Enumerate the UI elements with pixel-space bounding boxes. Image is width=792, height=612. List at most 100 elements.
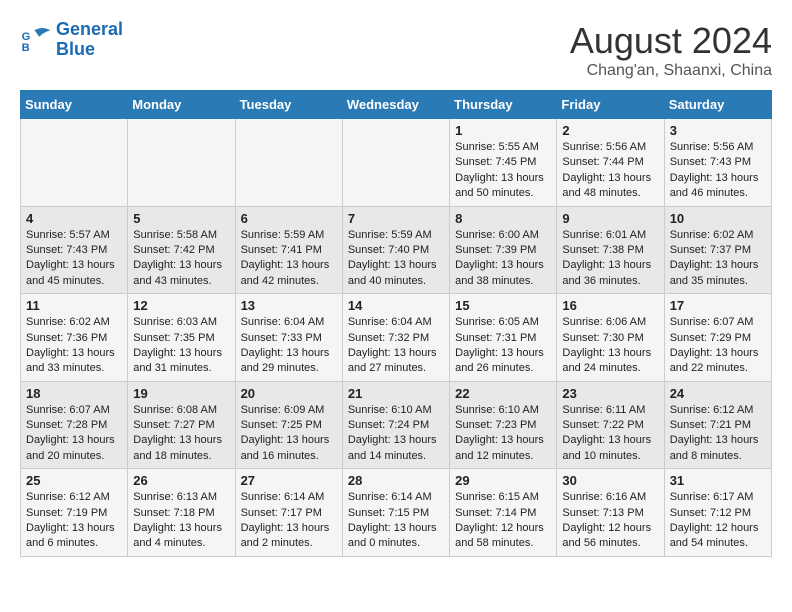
calendar-cell: 11 Sunrise: 6:02 AM Sunset: 7:36 PM Dayli… [21, 294, 128, 382]
day-number: 17 [670, 298, 766, 313]
calendar-cell: 13 Sunrise: 6:04 AM Sunset: 7:33 PM Dayli… [235, 294, 342, 382]
day-info: Sunrise: 6:06 AM Sunset: 7:30 PM Dayligh… [562, 315, 658, 377]
calendar-cell [128, 119, 235, 207]
day-number: 8 [455, 211, 551, 226]
calendar-table: SundayMondayTuesdayWednesdayThursdayFrid… [20, 90, 772, 557]
calendar-cell: 23Sunrise: 6:11 AM Sunset: 7:22 PM Dayli… [557, 381, 664, 469]
calendar-cell: 17 Sunrise: 6:07 AM Sunset: 7:29 PM Dayli… [664, 294, 771, 382]
header-sunday: Sunday [21, 91, 128, 119]
calendar-week-row: 1 Sunrise: 5:55 AM Sunset: 7:45 PM Daylig… [21, 119, 772, 207]
title-block: August 2024 Chang'an, Shaanxi, China [570, 20, 772, 80]
calendar-week-row: 11 Sunrise: 6:02 AM Sunset: 7:36 PM Dayli… [21, 294, 772, 382]
header-wednesday: Wednesday [342, 91, 449, 119]
day-number: 9 [562, 211, 658, 226]
day-number: 11 [26, 298, 122, 313]
day-info: Sunrise: 6:02 AM Sunset: 7:36 PM Dayligh… [26, 315, 122, 377]
day-number: 2 [562, 123, 658, 138]
calendar-cell [21, 119, 128, 207]
calendar-cell: 7Sunrise: 5:59 AM Sunset: 7:40 PM Daylig… [342, 206, 449, 294]
calendar-cell: 18Sunrise: 6:07 AM Sunset: 7:28 PM Dayli… [21, 381, 128, 469]
calendar-cell: 26Sunrise: 6:13 AM Sunset: 7:18 PM Dayli… [128, 469, 235, 557]
calendar-cell: 14 Sunrise: 6:04 AM Sunset: 7:32 PM Dayli… [342, 294, 449, 382]
day-number: 10 [670, 211, 766, 226]
calendar-cell: 22Sunrise: 6:10 AM Sunset: 7:23 PM Dayli… [450, 381, 557, 469]
day-number: 1 [455, 123, 551, 138]
day-number: 29 [455, 473, 551, 488]
header-thursday: Thursday [450, 91, 557, 119]
header-saturday: Saturday [664, 91, 771, 119]
day-number: 15 [455, 298, 551, 313]
page-header: G B GeneralBlue August 2024 Chang'an, Sh… [20, 20, 772, 80]
day-number: 18 [26, 386, 122, 401]
calendar-cell: 31 Sunrise: 6:17 AM Sunset: 7:12 PM Dayli… [664, 469, 771, 557]
day-number: 5 [133, 211, 229, 226]
day-number: 30 [562, 473, 658, 488]
calendar-cell: 29 Sunrise: 6:15 AM Sunset: 7:14 PM Dayli… [450, 469, 557, 557]
calendar-cell: 19Sunrise: 6:08 AM Sunset: 7:27 PM Dayli… [128, 381, 235, 469]
day-info: Sunrise: 5:57 AM Sunset: 7:43 PM Dayligh… [26, 228, 122, 290]
calendar-cell: 21Sunrise: 6:10 AM Sunset: 7:24 PM Dayli… [342, 381, 449, 469]
svg-text:B: B [22, 42, 30, 54]
day-info: Sunrise: 6:04 AM Sunset: 7:33 PM Dayligh… [241, 315, 337, 377]
calendar-cell: 27 Sunrise: 6:14 AM Sunset: 7:17 PM Dayli… [235, 469, 342, 557]
day-number: 13 [241, 298, 337, 313]
day-number: 24 [670, 386, 766, 401]
day-info: Sunrise: 6:03 AM Sunset: 7:35 PM Dayligh… [133, 315, 229, 377]
calendar-week-row: 25 Sunrise: 6:12 AM Sunset: 7:19 PM Dayli… [21, 469, 772, 557]
day-info: Sunrise: 6:07 AM Sunset: 7:29 PM Dayligh… [670, 315, 766, 377]
day-number: 3 [670, 123, 766, 138]
calendar-cell: 16Sunrise: 6:06 AM Sunset: 7:30 PM Dayli… [557, 294, 664, 382]
calendar-cell: 30 Sunrise: 6:16 AM Sunset: 7:13 PM Dayli… [557, 469, 664, 557]
day-info: Sunrise: 6:00 AM Sunset: 7:39 PM Dayligh… [455, 228, 551, 290]
location: Chang'an, Shaanxi, China [570, 62, 772, 80]
day-info: Sunrise: 6:16 AM Sunset: 7:13 PM Dayligh… [562, 490, 658, 552]
header-monday: Monday [128, 91, 235, 119]
day-number: 31 [670, 473, 766, 488]
day-info: Sunrise: 5:56 AM Sunset: 7:44 PM Dayligh… [562, 140, 658, 202]
day-info: Sunrise: 6:10 AM Sunset: 7:23 PM Dayligh… [455, 403, 551, 465]
day-info: Sunrise: 5:59 AM Sunset: 7:41 PM Dayligh… [241, 228, 337, 290]
day-number: 28 [348, 473, 444, 488]
day-info: Sunrise: 6:12 AM Sunset: 7:21 PM Dayligh… [670, 403, 766, 465]
day-number: 27 [241, 473, 337, 488]
header-friday: Friday [557, 91, 664, 119]
day-number: 6 [241, 211, 337, 226]
day-info: Sunrise: 6:02 AM Sunset: 7:37 PM Dayligh… [670, 228, 766, 290]
calendar-cell [342, 119, 449, 207]
calendar-cell: 20 Sunrise: 6:09 AM Sunset: 7:25 PM Dayli… [235, 381, 342, 469]
calendar-cell: 3 Sunrise: 5:56 AM Sunset: 7:43 PM Daylig… [664, 119, 771, 207]
day-info: Sunrise: 6:17 AM Sunset: 7:12 PM Dayligh… [670, 490, 766, 552]
day-info: Sunrise: 5:55 AM Sunset: 7:45 PM Dayligh… [455, 140, 551, 202]
header-tuesday: Tuesday [235, 91, 342, 119]
day-number: 21 [348, 386, 444, 401]
day-info: Sunrise: 6:15 AM Sunset: 7:14 PM Dayligh… [455, 490, 551, 552]
day-number: 14 [348, 298, 444, 313]
calendar-header-row: SundayMondayTuesdayWednesdayThursdayFrid… [21, 91, 772, 119]
calendar-cell: 10 Sunrise: 6:02 AM Sunset: 7:37 PM Dayli… [664, 206, 771, 294]
calendar-cell: 25 Sunrise: 6:12 AM Sunset: 7:19 PM Dayli… [21, 469, 128, 557]
logo-icon: G B [20, 24, 52, 56]
calendar-cell: 8 Sunrise: 6:00 AM Sunset: 7:39 PM Daylig… [450, 206, 557, 294]
logo-text: GeneralBlue [56, 20, 123, 60]
day-info: Sunrise: 6:14 AM Sunset: 7:17 PM Dayligh… [241, 490, 337, 552]
day-info: Sunrise: 6:01 AM Sunset: 7:38 PM Dayligh… [562, 228, 658, 290]
calendar-cell: 28Sunrise: 6:14 AM Sunset: 7:15 PM Dayli… [342, 469, 449, 557]
day-number: 4 [26, 211, 122, 226]
day-info: Sunrise: 6:11 AM Sunset: 7:22 PM Dayligh… [562, 403, 658, 465]
day-info: Sunrise: 5:56 AM Sunset: 7:43 PM Dayligh… [670, 140, 766, 202]
day-number: 20 [241, 386, 337, 401]
calendar-week-row: 4 Sunrise: 5:57 AM Sunset: 7:43 PM Daylig… [21, 206, 772, 294]
day-number: 7 [348, 211, 444, 226]
calendar-cell: 24 Sunrise: 6:12 AM Sunset: 7:21 PM Dayli… [664, 381, 771, 469]
svg-text:G: G [22, 31, 31, 43]
day-info: Sunrise: 5:58 AM Sunset: 7:42 PM Dayligh… [133, 228, 229, 290]
day-number: 12 [133, 298, 229, 313]
calendar-week-row: 18Sunrise: 6:07 AM Sunset: 7:28 PM Dayli… [21, 381, 772, 469]
day-info: Sunrise: 6:09 AM Sunset: 7:25 PM Dayligh… [241, 403, 337, 465]
logo: G B GeneralBlue [20, 20, 123, 60]
day-info: Sunrise: 6:13 AM Sunset: 7:18 PM Dayligh… [133, 490, 229, 552]
day-number: 25 [26, 473, 122, 488]
calendar-cell: 6 Sunrise: 5:59 AM Sunset: 7:41 PM Daylig… [235, 206, 342, 294]
day-info: Sunrise: 6:04 AM Sunset: 7:32 PM Dayligh… [348, 315, 444, 377]
day-info: Sunrise: 6:12 AM Sunset: 7:19 PM Dayligh… [26, 490, 122, 552]
